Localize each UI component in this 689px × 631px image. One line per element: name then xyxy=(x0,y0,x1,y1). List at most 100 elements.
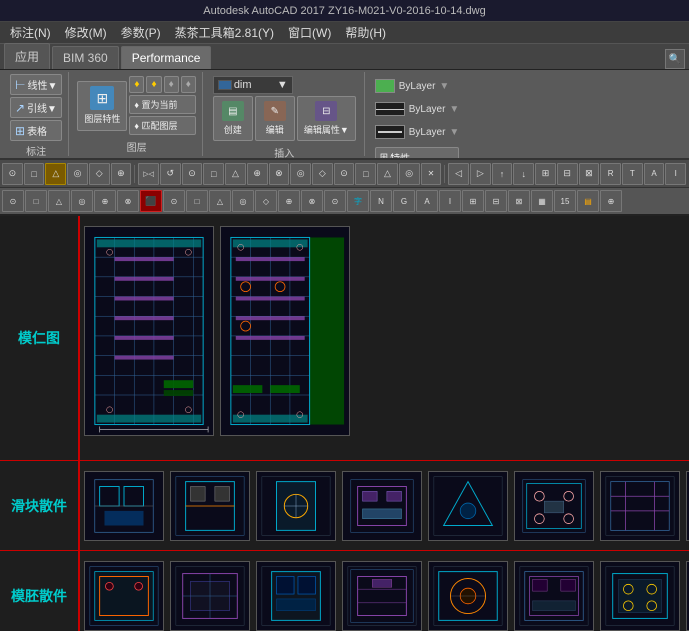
tb-btn-27[interactable]: ⊠ xyxy=(579,163,600,185)
make-current-btn[interactable]: ♦ 置为当前 xyxy=(129,95,195,114)
tb2-btn-16[interactable]: 字 xyxy=(347,190,369,212)
tb2-btn-19[interactable]: A xyxy=(416,190,438,212)
tb2-btn-15[interactable]: ⊙ xyxy=(324,190,346,212)
tb-btn-7[interactable]: ▷◁ xyxy=(138,163,159,185)
edit-attr-btn[interactable]: ⊟ 编辑属性▼ xyxy=(297,96,356,141)
tab-performance[interactable]: Performance xyxy=(121,46,212,69)
tab-app[interactable]: 应用 xyxy=(4,43,50,69)
tb2-btn-25[interactable]: 15 xyxy=(554,190,576,212)
layer-btn4[interactable]: ♦ xyxy=(181,76,196,93)
search-icon[interactable]: 🔍 xyxy=(665,49,685,69)
create-btn[interactable]: ▤ 创建 xyxy=(213,96,253,141)
tab-bim360[interactable]: BIM 360 xyxy=(52,46,119,69)
tb-btn-28[interactable]: R xyxy=(600,163,621,185)
match-layer-btn[interactable]: ♦ 匹配图层 xyxy=(129,116,195,135)
tb2-btn-5[interactable]: ⊕ xyxy=(94,190,116,212)
tb-btn-14[interactable]: ◎ xyxy=(290,163,311,185)
tb2-btn-4[interactable]: ◎ xyxy=(71,190,93,212)
bylayer-arrow2[interactable]: ▼ xyxy=(449,104,459,115)
tb2-btn-7[interactable]: ⬛ xyxy=(140,190,162,212)
tb-btn-24[interactable]: ↓ xyxy=(513,163,534,185)
menu-canshu[interactable]: 参数(P) xyxy=(115,22,167,43)
tb-btn-18[interactable]: △ xyxy=(377,163,398,185)
small-drawing-1 xyxy=(84,471,164,541)
tb2-btn-24[interactable]: ▦ xyxy=(531,190,553,212)
color-swatch1[interactable] xyxy=(375,79,395,93)
linear-btn[interactable]: ⊢ 线性▼ xyxy=(10,74,62,95)
menu-bar: 标注(N) 修改(M) 参数(P) 蒸茶工具箱2.81(Y) 窗口(W) 帮助(… xyxy=(0,22,689,44)
menu-biaozhun[interactable]: 标注(N) xyxy=(4,22,57,43)
row-content-mopei xyxy=(80,551,689,631)
layer-properties-btn[interactable]: ⊞ 图层特性 xyxy=(77,81,127,131)
bylayer-arrow3[interactable]: ▼ xyxy=(449,127,459,138)
group-label-annotation: 标注 xyxy=(26,143,46,158)
match-properties-btn[interactable]: ⊞ 特性 xyxy=(375,147,460,160)
tb-btn-3[interactable]: △ xyxy=(45,163,66,185)
menu-help[interactable]: 帮助(H) xyxy=(339,22,392,43)
tb-btn-16[interactable]: ⊙ xyxy=(334,163,355,185)
tb-btn-26[interactable]: ⊟ xyxy=(557,163,578,185)
tb2-btn-12[interactable]: ◇ xyxy=(255,190,277,212)
tb-btn-6[interactable]: ⊕ xyxy=(111,163,132,185)
row-content-huakuai: CAD xyxy=(80,461,689,550)
bylayer-arrow1[interactable]: ▼ xyxy=(439,81,449,92)
tb2-btn-13[interactable]: ⊕ xyxy=(278,190,300,212)
tb2-btn-2[interactable]: □ xyxy=(25,190,47,212)
tb-btn-30[interactable]: A xyxy=(644,163,665,185)
bylayer-label2: ByLayer xyxy=(409,104,446,115)
bylayer-row3: ByLayer ▼ xyxy=(375,122,460,142)
layer-dropdown[interactable]: dim ▼ xyxy=(213,76,293,94)
tb-btn-19[interactable]: ◎ xyxy=(399,163,420,185)
tb2-btn-23[interactable]: ⊠ xyxy=(508,190,530,212)
tb-btn-13[interactable]: ⊗ xyxy=(269,163,290,185)
tb-btn-2[interactable]: □ xyxy=(24,163,45,185)
edit-btn[interactable]: ✎ 编辑 xyxy=(255,96,295,141)
table-btn[interactable]: ⊞ 表格 xyxy=(10,120,62,141)
tb-btn-21[interactable]: ◁ xyxy=(448,163,469,185)
toolbar-row-1: ⊙ □ △ ◎ ◇ ⊕ ▷◁ ↺ ⊙ □ △ ⊕ ⊗ ◎ ◇ ⊙ □ △ ◎ ✕… xyxy=(0,160,689,188)
tb2-btn-3[interactable]: △ xyxy=(48,190,70,212)
tb2-btn-21[interactable]: ⊞ xyxy=(462,190,484,212)
tb-btn-20[interactable]: ✕ xyxy=(421,163,442,185)
tb-btn-29[interactable]: T xyxy=(622,163,643,185)
ribbon-annotation-row: ⊢ 线性▼ ↗ 引线▼ ⊞ 表格 xyxy=(10,74,62,141)
tb2-btn-11[interactable]: ◎ xyxy=(232,190,254,212)
tb2-btn-26[interactable]: ▤ xyxy=(577,190,599,212)
tb2-btn-20[interactable]: I xyxy=(439,190,461,212)
tb2-btn-22[interactable]: ⊟ xyxy=(485,190,507,212)
layer-btn2[interactable]: ♦ xyxy=(146,76,161,93)
tb-btn-4[interactable]: ◎ xyxy=(67,163,88,185)
title-bar: Autodesk AutoCAD 2017 ZY16-M021-V0-2016-… xyxy=(0,0,689,22)
leader-btn[interactable]: ↗ 引线▼ xyxy=(10,97,62,118)
tb-btn-25[interactable]: ⊞ xyxy=(535,163,556,185)
tb2-btn-1[interactable]: ⊙ xyxy=(2,190,24,212)
tb-btn-1[interactable]: ⊙ xyxy=(2,163,23,185)
menu-toolbox[interactable]: 蒸茶工具箱2.81(Y) xyxy=(169,22,280,43)
tb2-btn-8[interactable]: ⊙ xyxy=(163,190,185,212)
tb-btn-15[interactable]: ◇ xyxy=(312,163,333,185)
tb2-btn-6[interactable]: ⊗ xyxy=(117,190,139,212)
tb-btn-8[interactable]: ↺ xyxy=(160,163,181,185)
tb2-btn-18[interactable]: G xyxy=(393,190,415,212)
tb2-btn-9[interactable]: □ xyxy=(186,190,208,212)
tb2-btn-27[interactable]: ⊕ xyxy=(600,190,622,212)
tb-btn-22[interactable]: ▷ xyxy=(470,163,491,185)
menu-window[interactable]: 窗口(W) xyxy=(282,22,337,43)
group-label-insert: 插入 xyxy=(274,145,294,160)
tb-btn-9[interactable]: ⊙ xyxy=(182,163,203,185)
menu-xiugai[interactable]: 修改(M) xyxy=(59,22,113,43)
layer-btn1[interactable]: ♦ xyxy=(129,76,144,93)
tb-btn-12[interactable]: ⊕ xyxy=(247,163,268,185)
layer-btn3[interactable]: ♦ xyxy=(164,76,179,93)
tb2-btn-14[interactable]: ⊗ xyxy=(301,190,323,212)
tb-btn-31[interactable]: I xyxy=(665,163,686,185)
tb2-btn-17[interactable]: N xyxy=(370,190,392,212)
tb2-btn-10[interactable]: △ xyxy=(209,190,231,212)
dropdown-arrow: ▼ xyxy=(277,79,288,91)
tb-btn-10[interactable]: □ xyxy=(203,163,224,185)
tb-btn-11[interactable]: △ xyxy=(225,163,246,185)
tb-btn-17[interactable]: □ xyxy=(355,163,376,185)
tb-btn-23[interactable]: ↑ xyxy=(492,163,513,185)
annotation-buttons: ⊢ 线性▼ ↗ 引线▼ ⊞ 表格 xyxy=(10,74,62,141)
tb-btn-5[interactable]: ◇ xyxy=(89,163,110,185)
